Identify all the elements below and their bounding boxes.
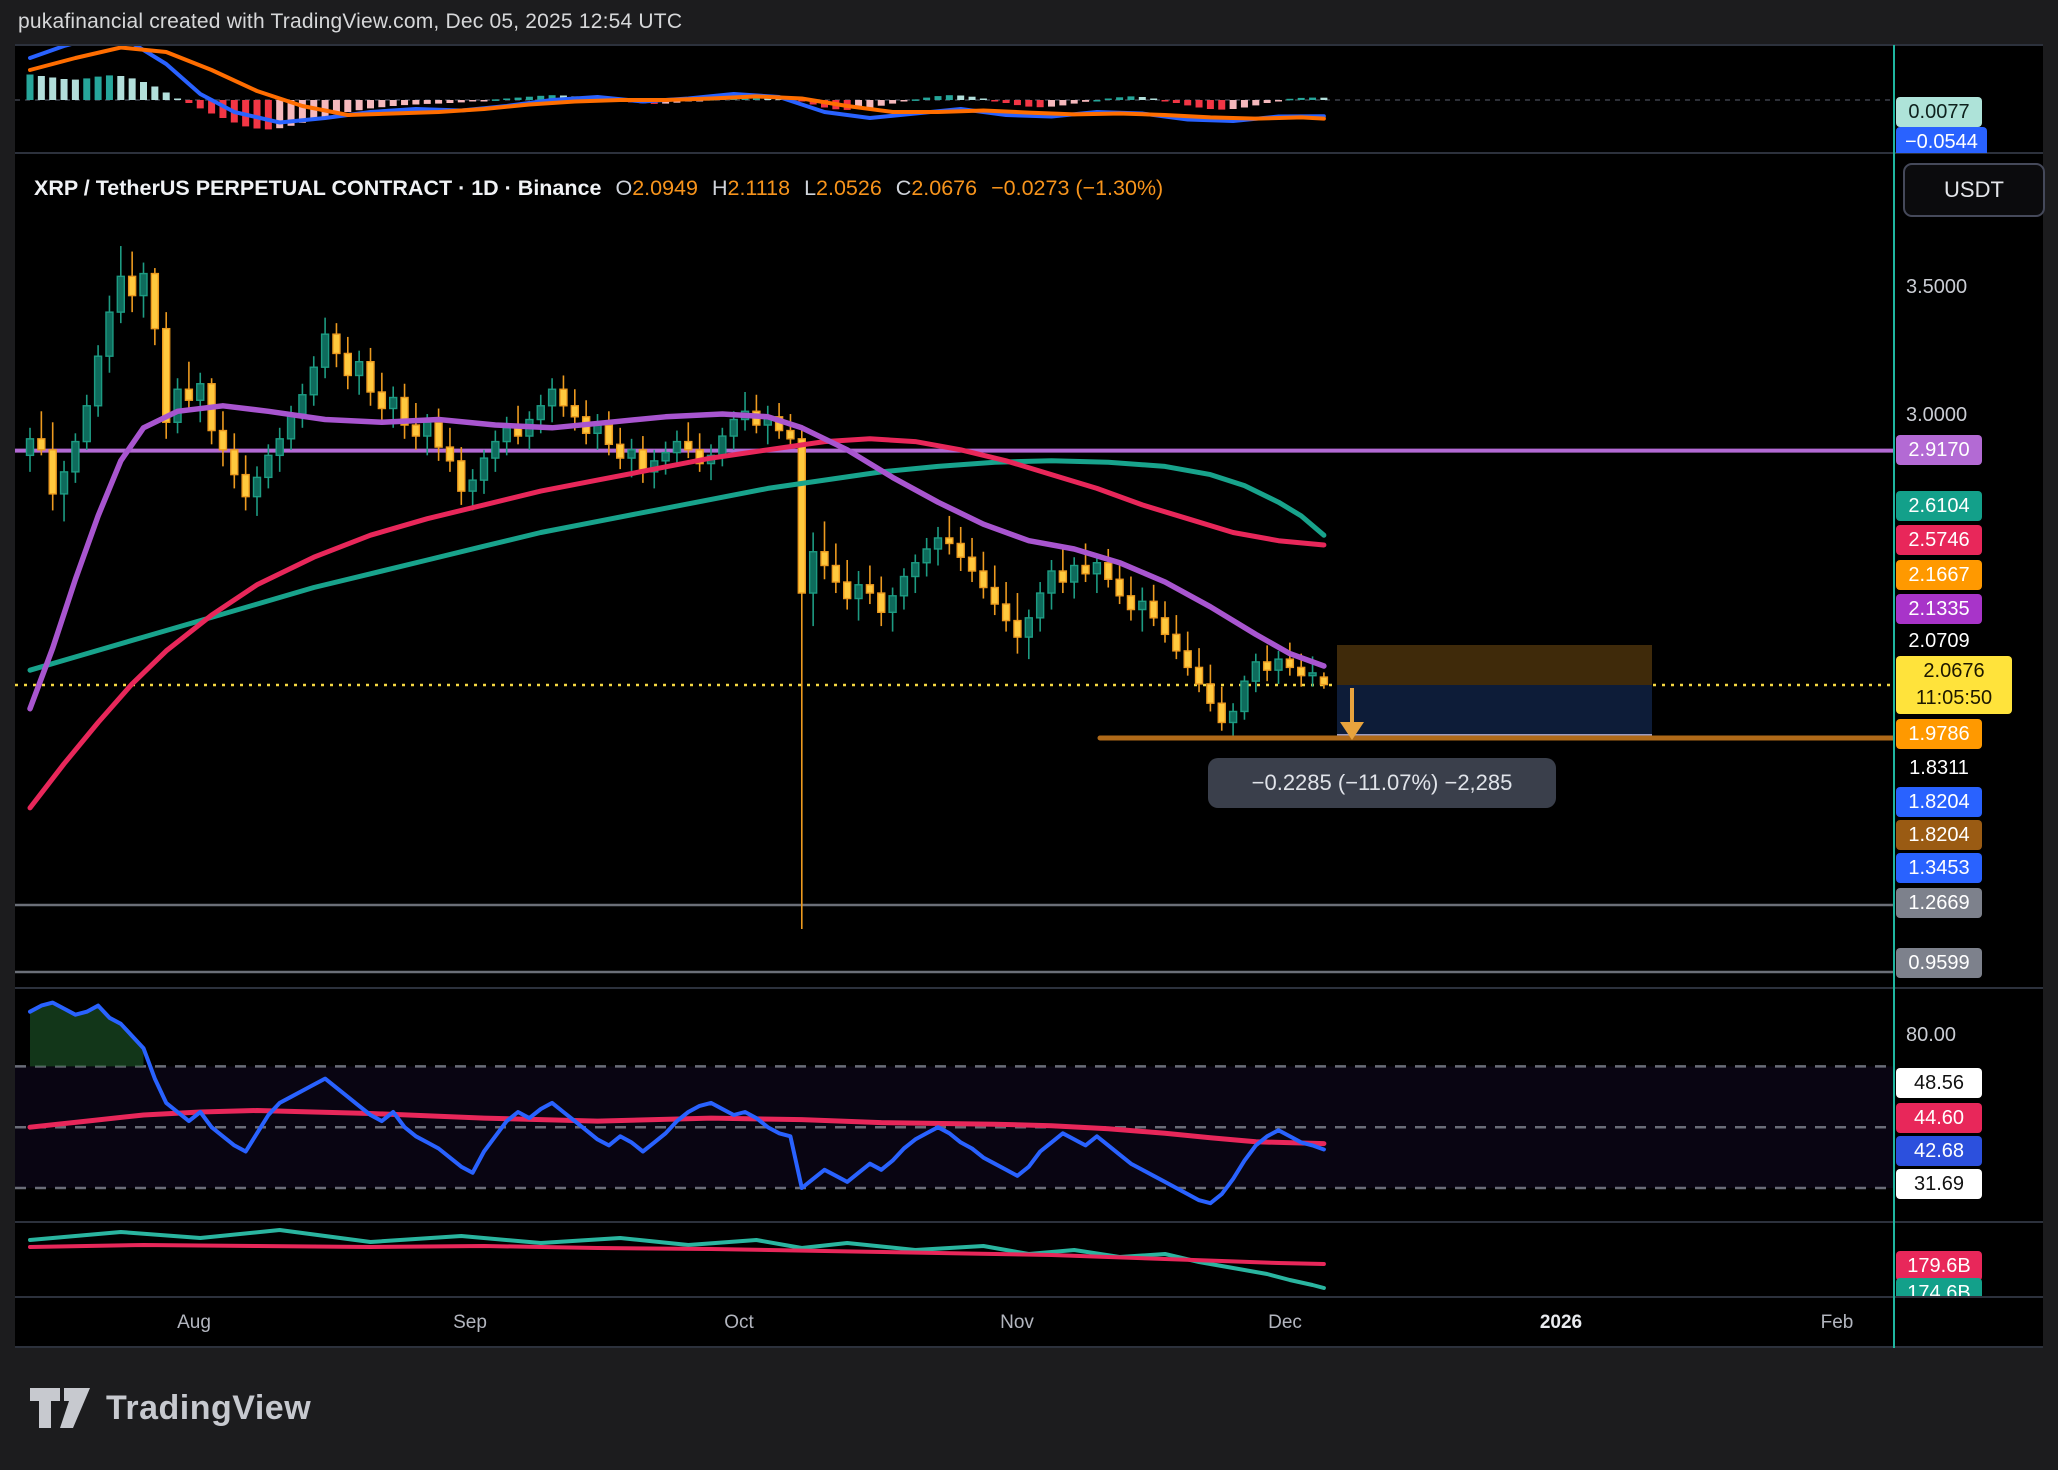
price-axis-tick: 3.5000 bbox=[1906, 277, 1967, 297]
rsi-pane[interactable] bbox=[15, 1003, 1894, 1204]
price-axis-label: 0.9599 bbox=[1896, 948, 1982, 978]
price-axis-label: 31.69 bbox=[1896, 1169, 1982, 1199]
ohlc-key: L bbox=[804, 176, 816, 200]
time-axis-month-label: Aug bbox=[177, 1312, 211, 1334]
price-axis-label: 48.56 bbox=[1896, 1068, 1982, 1098]
ohlc-value: 2.0949 bbox=[632, 176, 698, 200]
macd-value-label: 0.0077 bbox=[1896, 97, 1982, 127]
volume-value-label: 179.6B bbox=[1896, 1251, 1982, 1281]
ohlc-value: 2.0676 bbox=[911, 176, 977, 200]
ohlc-value: 2.0526 bbox=[816, 176, 882, 200]
price-axis-label: 2.1335 bbox=[1896, 594, 1982, 624]
target-zone-box bbox=[1337, 685, 1652, 737]
time-axis-month-label: Nov bbox=[1000, 1312, 1034, 1334]
macd-histogram bbox=[27, 75, 1328, 130]
ohlc-value: 2.1118 bbox=[727, 176, 790, 200]
price-axis-label: 1.8311 bbox=[1896, 753, 1982, 783]
symbol-description[interactable]: XRP / TetherUS PERPETUAL CONTRACT · 1D ·… bbox=[34, 176, 601, 200]
price-axis-tick: 80.00 bbox=[1906, 1025, 1956, 1045]
candlestick-series bbox=[27, 246, 1328, 929]
symbol-title-row[interactable]: XRP / TetherUS PERPETUAL CONTRACT · 1D ·… bbox=[34, 176, 1163, 201]
ohlc-key: C bbox=[896, 176, 912, 200]
tradingview-logo[interactable]: TradingView bbox=[30, 1388, 311, 1428]
price-axis-label: 1.8204 bbox=[1896, 787, 1982, 817]
price-axis-label: 2.9170 bbox=[1896, 435, 1982, 465]
price-axis-label: 42.68 bbox=[1896, 1136, 1982, 1166]
chart-canvas[interactable] bbox=[0, 0, 2058, 1470]
volume-value-label: 174.6B bbox=[1896, 1278, 1982, 1296]
price-axis-label: 1.2669 bbox=[1896, 888, 1982, 918]
current-price-label: 2.0676 11:05:50 bbox=[1896, 656, 2012, 714]
current-price-value: 2.0676 bbox=[1896, 658, 2012, 685]
ma-pink bbox=[30, 439, 1324, 808]
time-axis-month-label: Feb bbox=[1821, 1312, 1854, 1334]
price-axis-label: 44.60 bbox=[1896, 1103, 1982, 1133]
price-axis-label: 2.5746 bbox=[1896, 525, 1982, 555]
currency-toggle-button[interactable]: USDT bbox=[1903, 163, 2045, 217]
change-value: −0.0273 (−1.30%) bbox=[991, 176, 1163, 200]
axis-clip-region: 0.0077−0.0544 bbox=[1894, 45, 2058, 153]
tradingview-logo-icon bbox=[30, 1388, 92, 1428]
volume-pane[interactable] bbox=[30, 1230, 1324, 1288]
macd-value-label: −0.0544 bbox=[1896, 127, 1987, 153]
ohlc-values: O2.0949 H2.1118 L2.0526 C2.0676 bbox=[601, 176, 977, 200]
price-axis-tick: 3.0000 bbox=[1906, 405, 1967, 425]
bar-countdown: 11:05:50 bbox=[1896, 685, 2012, 712]
ohlc-key: H bbox=[712, 176, 728, 200]
time-axis-month-label: Dec bbox=[1268, 1312, 1302, 1334]
tradingview-published-chart: pukafinancial created with TradingView.c… bbox=[0, 0, 2058, 1470]
price-axis-label: 1.3453 bbox=[1896, 853, 1982, 883]
ohlc-key: O bbox=[615, 176, 632, 200]
measure-tooltip: −0.2285 (−11.07%) −2,285 bbox=[1208, 758, 1556, 808]
price-axis-label: 1.8204 bbox=[1896, 820, 1982, 850]
time-axis-month-label: Oct bbox=[724, 1312, 754, 1334]
price-axis-label: 2.0709 bbox=[1896, 626, 1982, 656]
price-axis-label: 2.6104 bbox=[1896, 491, 1982, 521]
axis-clip-region: 179.6B174.6B bbox=[1894, 1223, 2058, 1296]
time-axis-month-label: 2026 bbox=[1540, 1312, 1582, 1334]
price-axis-label: 1.9786 bbox=[1896, 719, 1982, 749]
price-axis-label: 2.1667 bbox=[1896, 560, 1982, 590]
time-axis-month-label: Sep bbox=[453, 1312, 487, 1334]
tradingview-logo-text: TradingView bbox=[106, 1389, 311, 1428]
stop-zone-box bbox=[1337, 645, 1652, 685]
position-drawing[interactable] bbox=[1100, 645, 1894, 740]
